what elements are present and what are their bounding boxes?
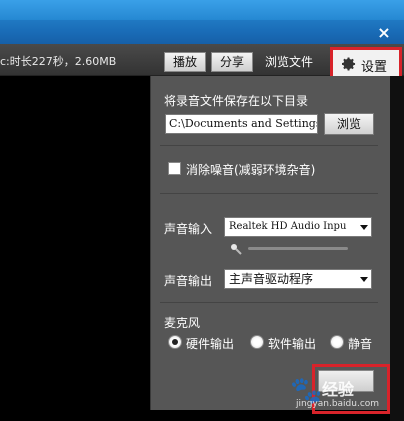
noise-reduction-label: 消除噪音(减弱环境杂音) (186, 163, 316, 177)
video-area (0, 76, 150, 421)
noise-reduction-checkbox[interactable] (168, 162, 181, 175)
title-bar (0, 0, 404, 44)
title-bar-highlight (0, 0, 404, 20)
audio-input-label: 声音输入 (164, 222, 213, 236)
save-path-field[interactable]: C:\Documents and Settings (165, 114, 318, 134)
file-info: c:时长227秒，2.60MB (0, 55, 117, 68)
radio-hardware-output-label: 硬件输出 (186, 337, 235, 351)
browse-button[interactable]: 浏览 (324, 113, 374, 135)
watermark-url: jingyan.baidu.com (296, 399, 380, 409)
play-button[interactable]: 播放 (164, 52, 206, 72)
divider (160, 193, 378, 194)
radio-hardware-output[interactable] (168, 335, 182, 349)
audio-output-value: 主声音驱动程序 (229, 272, 314, 286)
chevron-down-icon (360, 277, 368, 282)
audio-output-label: 声音输出 (164, 274, 213, 288)
share-button[interactable]: 分享 (211, 52, 253, 72)
microphone-icon (231, 244, 242, 255)
close-button[interactable]: × (374, 24, 394, 42)
input-volume-slider[interactable] (248, 247, 348, 250)
audio-input-select[interactable]: Realtek HD Audio Inpu (224, 217, 372, 237)
divider (160, 145, 378, 146)
radio-software-output-label: 软件输出 (268, 337, 317, 351)
watermark-brand: 经验 (322, 380, 355, 399)
audio-input-value: Realtek HD Audio Inpu (229, 221, 347, 232)
settings-label: 设置 (361, 60, 388, 75)
audio-output-select[interactable]: 主声音驱动程序 (224, 269, 372, 289)
browse-files-button[interactable]: 浏览文件 (265, 52, 313, 72)
save-dir-label: 将录音文件保存在以下目录 (164, 94, 309, 108)
radio-software-output[interactable] (250, 335, 264, 349)
radio-mute[interactable] (330, 335, 344, 349)
right-edge (390, 76, 404, 421)
microphone-title: 麦克风 (164, 316, 201, 330)
radio-mute-label: 静音 (348, 337, 373, 351)
divider (160, 302, 378, 303)
gear-icon (342, 57, 356, 71)
chevron-down-icon (360, 225, 368, 230)
